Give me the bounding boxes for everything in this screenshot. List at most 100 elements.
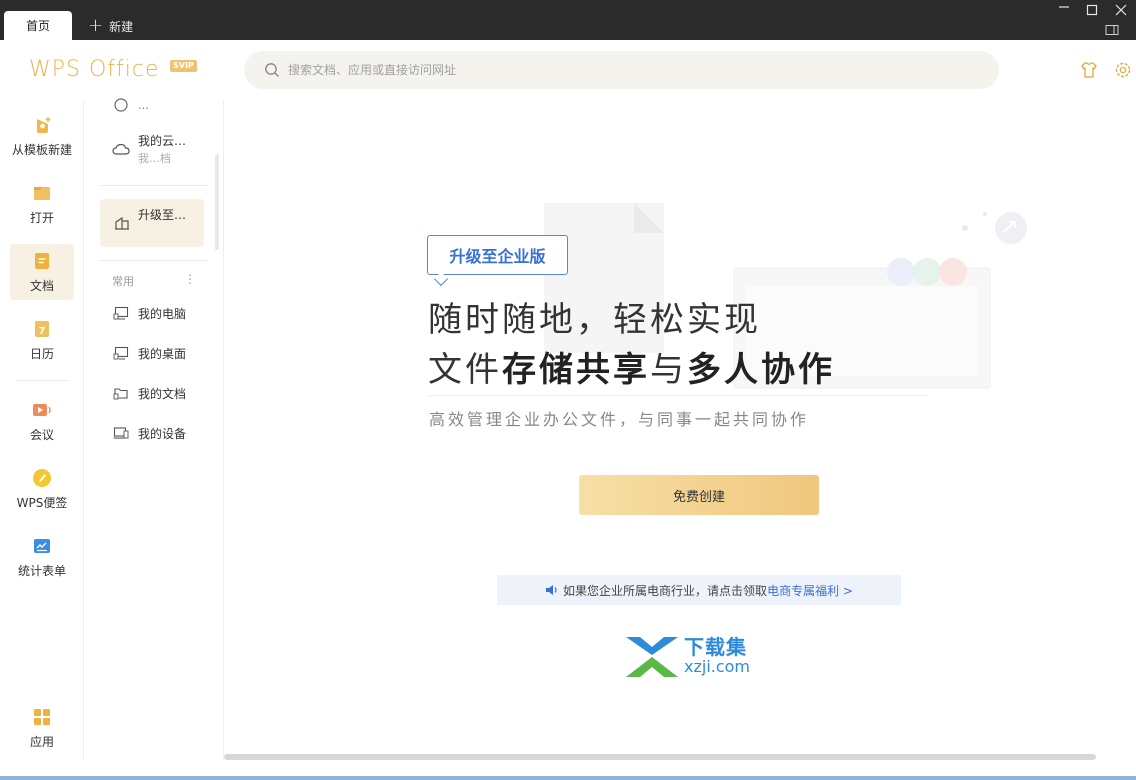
nav-label: 日历 [29, 347, 54, 361]
tab-home[interactable]: 首页 [4, 11, 72, 40]
wps-logo: WPS Office [29, 57, 160, 82]
subtitle: 高效管理企业办公文件，与同事一起共同协作 [429, 410, 810, 429]
nav-label: 会议 [29, 428, 54, 442]
headline-bold-part: 存储共享 [502, 350, 650, 390]
panel-item-cloud[interactable]: 我的云… 我…档 [112, 132, 212, 166]
speaker-icon [546, 585, 557, 595]
minimize-button[interactable] [1050, 0, 1078, 20]
note-icon [33, 469, 51, 487]
panel-divider [100, 260, 208, 261]
folder-open-icon [34, 187, 50, 200]
panel-item-my-computer[interactable]: 我的电脑 [112, 304, 186, 322]
template-new-icon [37, 117, 51, 133]
folder-doc-icon [112, 384, 130, 402]
apps-grid-icon [34, 709, 50, 725]
plus-icon: + [88, 15, 104, 36]
maximize-button[interactable] [1078, 0, 1106, 20]
nav-label: 文档 [29, 279, 54, 293]
main-content: 升级至企业版 随时随地，轻松实现 文件存储共享与多人协作 高效管理企业办公文件，… [224, 100, 1136, 760]
desktop-icon [112, 344, 130, 362]
sidebar-toggle-icon [1105, 25, 1119, 35]
new-tab-button[interactable]: + 新建 [88, 14, 133, 38]
nav-label: WPS便签 [16, 496, 68, 510]
header: WPS Office SVIP [0, 40, 1136, 100]
settings-button[interactable] [1114, 61, 1132, 83]
upgrade-label: 升级至… [138, 208, 187, 222]
nav-apps[interactable]: 应用 [10, 700, 74, 756]
panel-upgrade-card[interactable]: 升级至… [100, 199, 204, 247]
panel-divider [100, 185, 208, 186]
watermark: 下载集 xzji.com [624, 633, 750, 679]
watermark-logo-icon [626, 637, 678, 677]
gear-icon [1115, 62, 1131, 78]
search-input[interactable] [288, 63, 968, 77]
free-create-button[interactable]: 免费创建 [579, 475, 819, 515]
nav-forms[interactable]: 统计表单 [10, 529, 74, 585]
headline-divider [428, 395, 928, 396]
clock-icon [112, 96, 130, 114]
notice-text: 如果您企业所属电商行业，请点击领取 [563, 583, 768, 598]
bottom-border [0, 776, 1136, 780]
new-tab-label: 新建 [109, 19, 134, 34]
cloud-icon [112, 141, 130, 161]
search-bar[interactable] [244, 51, 999, 89]
panel-item-label: 我的设备 [138, 426, 187, 441]
panel-item-partial[interactable]: … [112, 96, 149, 114]
watermark-en: xzji.com [684, 657, 751, 676]
headline-part: 文件 [428, 350, 502, 390]
panel-item-label: … [138, 98, 149, 112]
nav-label: 打开 [29, 211, 54, 225]
ecommerce-benefit-link[interactable]: 电商专属福利 > [767, 582, 853, 599]
panel-item-my-devices[interactable]: 我的设备 [112, 424, 186, 442]
calendar-icon: 7 [35, 321, 49, 337]
maximize-icon [1086, 4, 1098, 16]
nav-label: 统计表单 [17, 564, 66, 578]
nav-calendar[interactable]: 7 日历 [10, 312, 74, 368]
computer-icon [112, 304, 130, 322]
enterprise-upgrade-badge: 升级至企业版 [427, 235, 568, 275]
cloud-subtitle: 我…档 [138, 152, 171, 165]
close-button[interactable] [1107, 0, 1135, 20]
headline-line-2: 文件存储共享与多人协作 [428, 342, 835, 391]
building-icon [114, 215, 130, 235]
nav-notes[interactable]: WPS便签 [10, 461, 74, 517]
headline-bold-part: 多人协作 [687, 350, 835, 390]
tab-home-label: 首页 [25, 19, 50, 33]
svip-badge: SVIP [170, 60, 197, 72]
document-panel: … 我的云… 我…档 升级至… 常用 ⋮ 我的电脑 我的桌面 我的文档 我的设备 [84, 98, 224, 760]
document-icon [35, 253, 49, 269]
nav-meeting[interactable]: 会议 [10, 393, 74, 449]
panel-item-label: 我的电脑 [138, 306, 187, 321]
form-icon [34, 539, 50, 553]
panel-item-label: 我的文档 [138, 386, 187, 401]
panel-item-my-desktop[interactable]: 我的桌面 [112, 344, 186, 362]
nav-label: 应用 [29, 735, 54, 749]
close-icon [1115, 4, 1127, 16]
panel-scrollbar[interactable] [215, 154, 219, 250]
nav-label: 从模板新建 [11, 143, 72, 157]
left-nav: 从模板新建 打开 文档 7 日历 会议 WPS便签 统计表单 应用 [0, 100, 84, 760]
headline-line-1: 随时随地，轻松实现 [428, 300, 761, 340]
watermark-cn: 下载集 [684, 635, 747, 659]
sidebar-toggle-button[interactable] [1098, 20, 1126, 40]
section-title: 常用 [112, 275, 134, 288]
tshirt-icon [1081, 62, 1097, 78]
panel-item-label: 我的桌面 [138, 346, 187, 361]
nav-template-new[interactable]: 从模板新建 [10, 108, 74, 164]
minimize-icon [1059, 6, 1069, 8]
nav-divider [16, 380, 68, 381]
meeting-icon [33, 404, 51, 416]
ecommerce-notice[interactable]: 如果您企业所属电商行业，请点击领取 电商专属福利 > [497, 575, 901, 605]
nav-open[interactable]: 打开 [10, 176, 74, 232]
cloud-title: 我的云… [138, 134, 187, 148]
svg-text:7: 7 [39, 326, 46, 337]
section-more-button[interactable]: ⋮ [184, 272, 196, 286]
horizontal-scrollbar[interactable] [224, 754, 1096, 760]
headline-part: 与 [650, 350, 687, 390]
panel-item-my-documents[interactable]: 我的文档 [112, 384, 186, 402]
skin-button[interactable] [1080, 61, 1098, 83]
title-bar: 首页 + 新建 [0, 0, 1136, 40]
nav-documents[interactable]: 文档 [10, 244, 74, 300]
search-icon [265, 63, 279, 77]
devices-icon [112, 424, 130, 442]
